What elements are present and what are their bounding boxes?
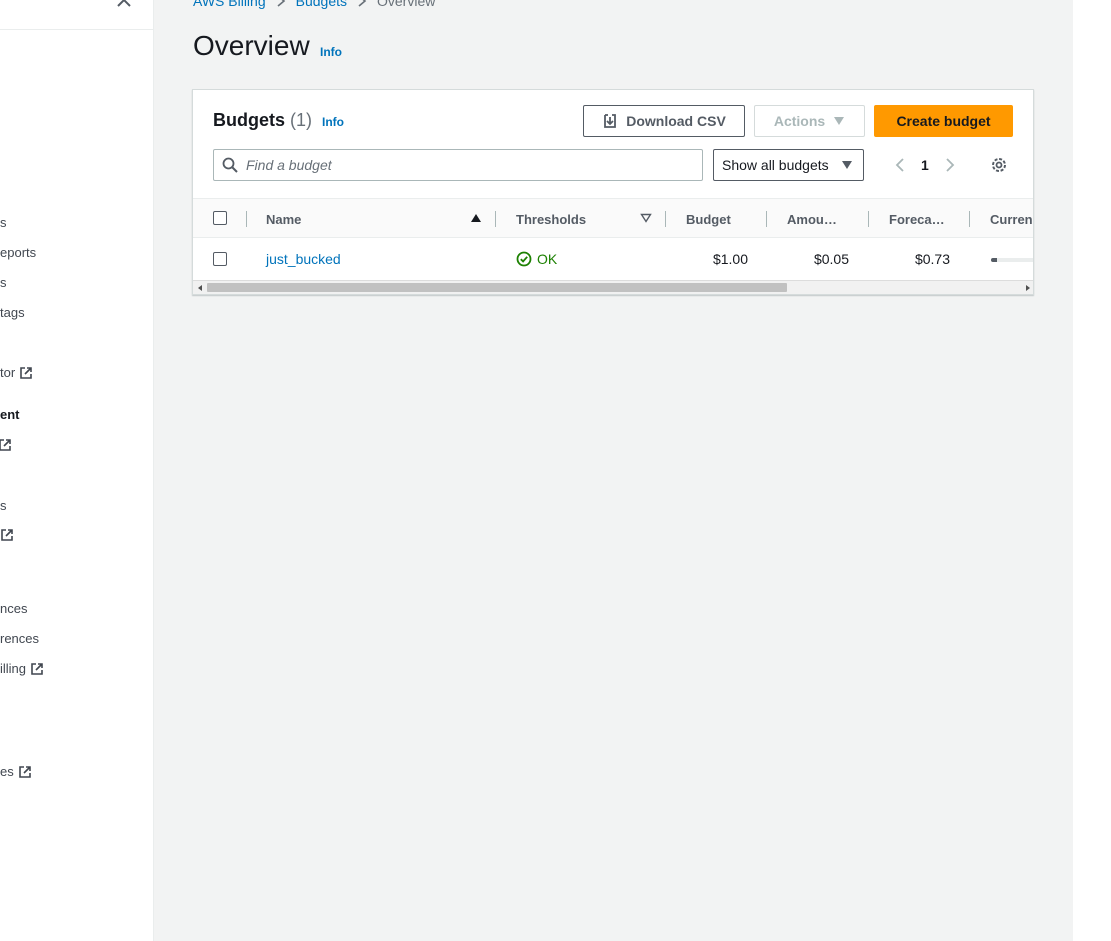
budgets-title: Budgets	[213, 110, 285, 130]
caret-down-icon	[842, 161, 852, 169]
check-circle-icon	[516, 251, 532, 267]
pagination: 1	[893, 149, 957, 181]
budgets-header: Budgets (1) Info	[213, 110, 344, 131]
budget-cell: $1.00	[712, 251, 748, 267]
chevron-right-icon	[277, 0, 285, 7]
chevron-right-icon	[358, 0, 367, 7]
sort-icon[interactable]	[640, 213, 652, 223]
breadcrumb-budgets[interactable]: Budgets	[296, 0, 347, 9]
breadcrumb: AWS Billing Budgets Overview	[193, 0, 435, 9]
table-header: Name Thresholds Budget Amou… Foreca… Cur…	[193, 198, 1033, 239]
nav-item-10[interactable]: rences	[0, 631, 39, 646]
current-page-number[interactable]: 1	[921, 157, 929, 173]
nav-item-6[interactable]	[0, 438, 12, 452]
nav-item-12[interactable]: es	[0, 764, 32, 779]
download-icon	[604, 114, 617, 128]
nav-item-4[interactable]: tags	[0, 305, 25, 320]
create-budget-button[interactable]: Create budget	[874, 105, 1013, 137]
search-icon	[222, 157, 238, 173]
nav-item-9[interactable]: nces	[0, 601, 27, 616]
external-link-icon	[31, 662, 43, 675]
budgets-count: (1)	[290, 110, 312, 130]
budget-name-cell: just_bucked	[266, 238, 341, 280]
sort-ascending-icon[interactable]	[470, 213, 482, 223]
external-link-icon	[1, 529, 13, 541]
sidebar-header	[0, 0, 153, 30]
status-ok: OK	[516, 251, 557, 267]
nav-item-7[interactable]: s	[0, 498, 7, 513]
main-content: AWS Billing Budgets Overview Overview In…	[154, 0, 1073, 941]
column-divider	[766, 211, 767, 227]
external-link-icon	[0, 439, 11, 451]
nav-item-3[interactable]: s	[0, 275, 7, 290]
current-progress-fill	[991, 258, 997, 262]
column-divider	[969, 211, 970, 227]
breadcrumb-current: Overview	[377, 0, 436, 9]
caret-down-icon	[834, 117, 845, 125]
actions-dropdown[interactable]: Actions	[754, 105, 865, 137]
next-page-icon[interactable]	[943, 158, 957, 172]
gear-icon[interactable]	[990, 156, 1008, 174]
scroll-left-icon[interactable]	[195, 283, 205, 293]
budgets-info-link[interactable]: Info	[322, 115, 344, 129]
nav-item-2[interactable]: eports	[0, 245, 36, 260]
nav-item-1[interactable]: s	[0, 215, 7, 230]
search-input[interactable]	[246, 157, 676, 173]
column-divider	[246, 211, 247, 227]
table-row: just_bucked OK $1.00 $0.05 $0.73	[193, 238, 1033, 280]
download-csv-button[interactable]: Download CSV	[583, 105, 745, 137]
column-divider	[868, 211, 869, 227]
nav-item-5[interactable]: tor	[0, 365, 33, 380]
column-header-amount[interactable]: Amou…	[787, 199, 837, 239]
previous-page-icon[interactable]	[893, 158, 907, 172]
horizontal-scrollbar[interactable]	[193, 280, 1033, 294]
breadcrumb-aws-billing[interactable]: AWS Billing	[193, 0, 266, 9]
side-navigation: s eports s tags tor ent s nces rences il…	[0, 0, 154, 941]
page-info-link[interactable]: Info	[320, 45, 342, 59]
external-link-icon	[18, 765, 31, 778]
column-divider	[665, 211, 666, 227]
thresholds-cell: OK	[516, 238, 557, 280]
column-header-thresholds[interactable]: Thresholds	[516, 199, 586, 239]
nav-item-8[interactable]	[0, 528, 14, 542]
close-icon[interactable]	[116, 0, 132, 8]
amount-cell: $0.05	[813, 251, 849, 267]
column-header-current[interactable]: Curren	[990, 199, 1033, 239]
page-title: Overview	[193, 30, 310, 61]
budgets-table-container: Budgets (1) Info Download CSV Actions Cr…	[192, 89, 1034, 295]
budget-name-link[interactable]: just_bucked	[266, 251, 341, 267]
select-all-checkbox[interactable]	[213, 211, 227, 225]
column-header-forecast[interactable]: Foreca…	[889, 199, 945, 239]
right-edge-panel	[1073, 0, 1111, 941]
nav-section-heading: ent	[0, 407, 20, 422]
column-header-name[interactable]: Name	[266, 199, 486, 239]
forecast-cell: $0.73	[914, 251, 950, 267]
scroll-right-icon[interactable]	[1023, 283, 1033, 293]
external-link-icon	[20, 366, 32, 379]
current-progress-bar	[991, 258, 1033, 262]
scrollbar-thumb[interactable]	[207, 283, 787, 292]
row-checkbox[interactable]	[213, 252, 227, 266]
search-budget-field	[213, 149, 703, 181]
column-divider	[495, 211, 496, 227]
nav-item-11[interactable]: illing	[0, 661, 44, 676]
budget-filter-select[interactable]: Show all budgets	[713, 149, 864, 181]
column-header-budget[interactable]: Budget	[686, 199, 731, 239]
